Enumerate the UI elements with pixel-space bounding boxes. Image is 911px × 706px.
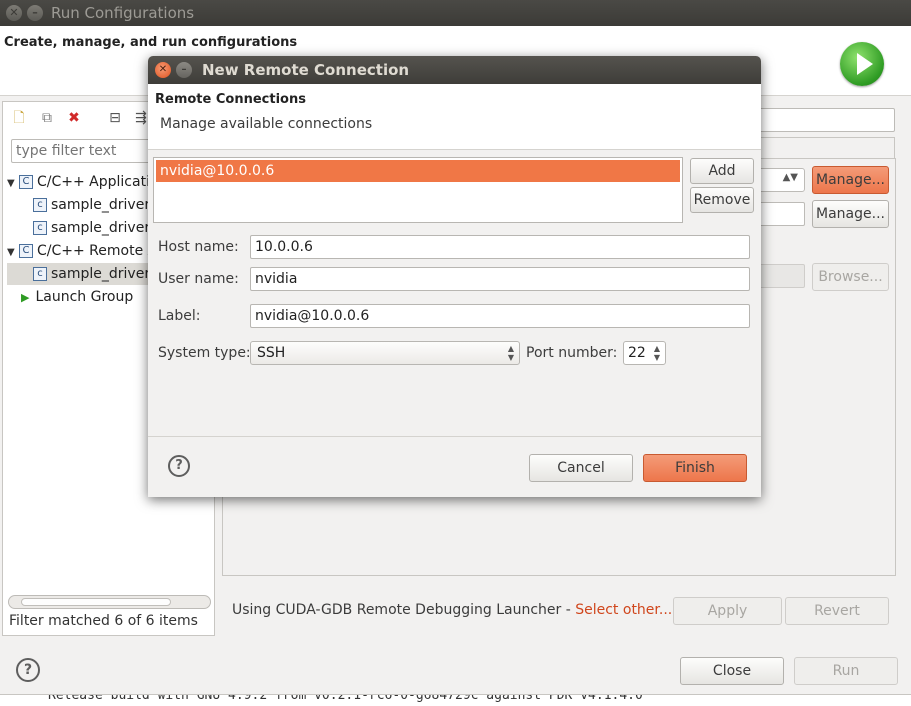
- scrollbar-thumb[interactable]: [21, 598, 171, 606]
- manage-button[interactable]: Manage...: [812, 166, 889, 194]
- close-button[interactable]: Close: [680, 657, 784, 685]
- dialog-header-title: Remote Connections: [155, 92, 306, 107]
- add-button[interactable]: Add: [690, 158, 754, 184]
- filter-status: Filter matched 6 of 6 items: [9, 613, 198, 629]
- tree-item-cpp-application[interactable]: ▼ C C/C++ Application: [7, 171, 167, 193]
- tabs-strip: [755, 137, 895, 159]
- port-number-label: Port number:: [526, 345, 618, 361]
- user-name-label: User name:: [158, 271, 239, 287]
- new-remote-connection-dialog: ✕ – New Remote Connection Remote Connect…: [148, 56, 761, 497]
- cpp-folder-icon: C: [19, 175, 33, 189]
- tree-item-label: sample_driver: [51, 197, 151, 213]
- apply-button[interactable]: Apply: [673, 597, 782, 625]
- browse-button[interactable]: Browse...: [812, 263, 889, 291]
- revert-button[interactable]: Revert: [785, 597, 889, 625]
- dialog-header-description: Manage available connections: [160, 116, 373, 132]
- cancel-button[interactable]: Cancel: [529, 454, 633, 482]
- new-configuration-icon[interactable]: 🗋: [11, 110, 27, 126]
- cpp-folder-icon: C: [19, 244, 33, 258]
- connection-list-item[interactable]: nvidia@10.0.0.6: [156, 160, 680, 182]
- dialog-header: Remote Connections Manage available conn…: [148, 84, 761, 150]
- launcher-info: Using CUDA-GDB Remote Debugging Launcher…: [232, 602, 672, 618]
- disabled-path-field: [755, 264, 805, 288]
- tree-item-label: sample_driver: [51, 220, 151, 236]
- tree-item-config[interactable]: c sample_driver: [33, 217, 150, 239]
- launch-group-icon: ▶: [21, 291, 30, 304]
- config-icon: c: [33, 221, 47, 235]
- dialog-titlebar: ✕ – New Remote Connection: [148, 56, 761, 84]
- manage-button-2[interactable]: Manage...: [812, 200, 889, 228]
- select-other-link[interactable]: Select other...: [575, 602, 672, 618]
- config-icon: c: [33, 198, 47, 212]
- window-title: Run Configurations: [51, 4, 195, 22]
- label-field[interactable]: nvidia@10.0.0.6: [250, 304, 750, 328]
- finish-button[interactable]: Finish: [643, 454, 747, 482]
- spinner-arrows-icon[interactable]: ▲ ▼: [654, 344, 660, 362]
- user-name-field[interactable]: nvidia: [250, 267, 750, 291]
- header-title: Create, manage, and run configurations: [4, 35, 298, 50]
- dialog-title: New Remote Connection: [202, 61, 410, 79]
- host-name-field[interactable]: 10.0.0.6: [250, 235, 750, 259]
- console-text: Release build with GNU 4.9.2 from v0.2.1…: [48, 694, 643, 703]
- port-number-value: 22: [628, 345, 646, 361]
- configuration-name-field[interactable]: [755, 108, 895, 132]
- host-name-label: Host name:: [158, 239, 239, 255]
- filter-icon[interactable]: ⇶: [133, 110, 149, 126]
- launcher-text: Using CUDA-GDB Remote Debugging Launcher…: [232, 602, 576, 618]
- remote-path-field[interactable]: [755, 202, 805, 226]
- dialog-separator: [148, 436, 761, 437]
- port-number-spinner[interactable]: 22 ▲ ▼: [623, 341, 666, 365]
- close-icon[interactable]: ✕: [155, 62, 171, 78]
- window-titlebar: ✕ – Run Configurations: [0, 0, 911, 26]
- updown-icon: ▲▼: [507, 344, 514, 362]
- config-icon: c: [33, 267, 47, 281]
- minimize-icon[interactable]: –: [27, 5, 43, 21]
- collapse-triangle-icon[interactable]: ▼: [7, 242, 19, 264]
- minimize-icon[interactable]: –: [176, 62, 192, 78]
- tree-item-label: sample_driver: [51, 266, 151, 282]
- help-icon[interactable]: ?: [168, 455, 190, 477]
- horizontal-scrollbar[interactable]: [8, 595, 211, 609]
- delete-icon[interactable]: ✖: [66, 110, 82, 126]
- close-icon[interactable]: ✕: [6, 5, 22, 21]
- connection-select[interactable]: ▲▼: [755, 168, 805, 192]
- remove-button[interactable]: Remove: [690, 187, 754, 213]
- connections-list[interactable]: nvidia@10.0.0.6: [153, 157, 683, 223]
- duplicate-icon[interactable]: ⧉: [39, 110, 55, 126]
- tree-item-launch-group[interactable]: ▶ Launch Group: [21, 286, 133, 308]
- console-strip: Release build with GNU 4.9.2 from v0.2.1…: [0, 694, 911, 706]
- system-type-select[interactable]: SSH ▲ ▼: [250, 341, 520, 365]
- system-type-label: System type:: [158, 345, 251, 361]
- label-label: Label:: [158, 308, 201, 324]
- tree-item-label: Launch Group: [35, 289, 134, 305]
- system-type-value: SSH: [257, 345, 286, 361]
- updown-icon: ▲▼: [782, 172, 798, 183]
- tree-item-config[interactable]: c sample_driver: [33, 194, 150, 216]
- collapse-triangle-icon[interactable]: ▼: [7, 173, 19, 195]
- run-banner-icon: [840, 42, 884, 86]
- run-button[interactable]: Run: [794, 657, 898, 685]
- help-icon[interactable]: ?: [16, 658, 40, 682]
- collapse-all-icon[interactable]: ⊟: [107, 110, 123, 126]
